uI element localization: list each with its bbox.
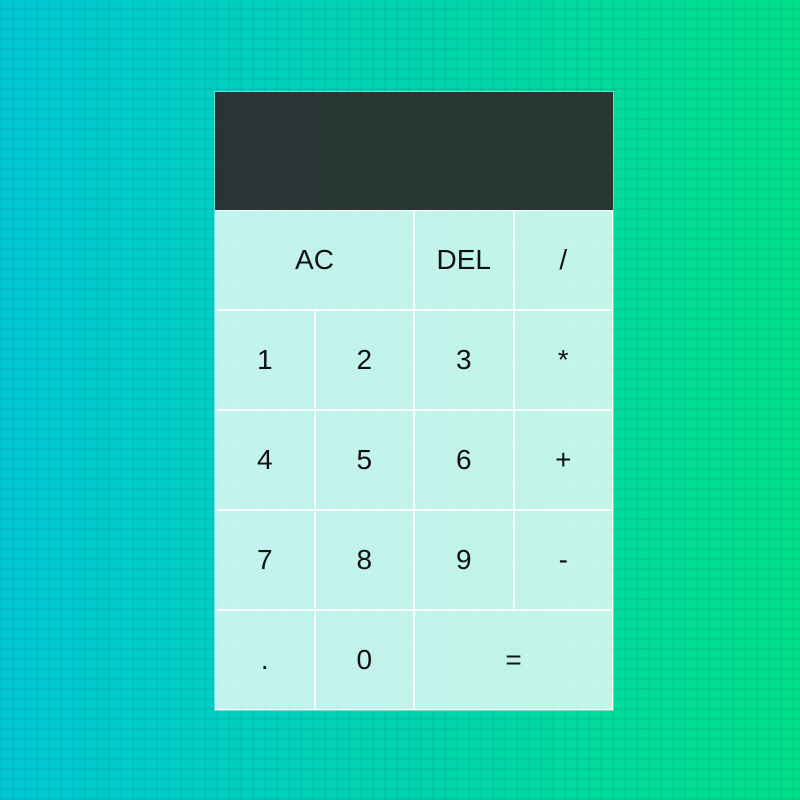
all-clear-button[interactable]: AC: [215, 210, 414, 310]
digit-3-button[interactable]: 3: [414, 310, 514, 410]
calculator: AC DEL / 1 2 3 * 4 5 6 + 7 8 9 - . 0 =: [215, 92, 613, 710]
decimal-button[interactable]: .: [215, 610, 315, 710]
digit-9-button[interactable]: 9: [414, 510, 514, 610]
calculator-display: [215, 92, 613, 210]
digit-6-button[interactable]: 6: [414, 410, 514, 510]
add-button[interactable]: +: [513, 410, 613, 510]
digit-0-button[interactable]: 0: [314, 610, 414, 710]
digit-2-button[interactable]: 2: [314, 310, 414, 410]
digit-1-button[interactable]: 1: [215, 310, 315, 410]
digit-7-button[interactable]: 7: [215, 510, 315, 610]
equals-button[interactable]: =: [414, 610, 613, 710]
delete-button[interactable]: DEL: [414, 210, 514, 310]
subtract-button[interactable]: -: [513, 510, 613, 610]
digit-4-button[interactable]: 4: [215, 410, 315, 510]
divide-button[interactable]: /: [513, 210, 613, 310]
digit-5-button[interactable]: 5: [314, 410, 414, 510]
multiply-button[interactable]: *: [513, 310, 613, 410]
digit-8-button[interactable]: 8: [314, 510, 414, 610]
